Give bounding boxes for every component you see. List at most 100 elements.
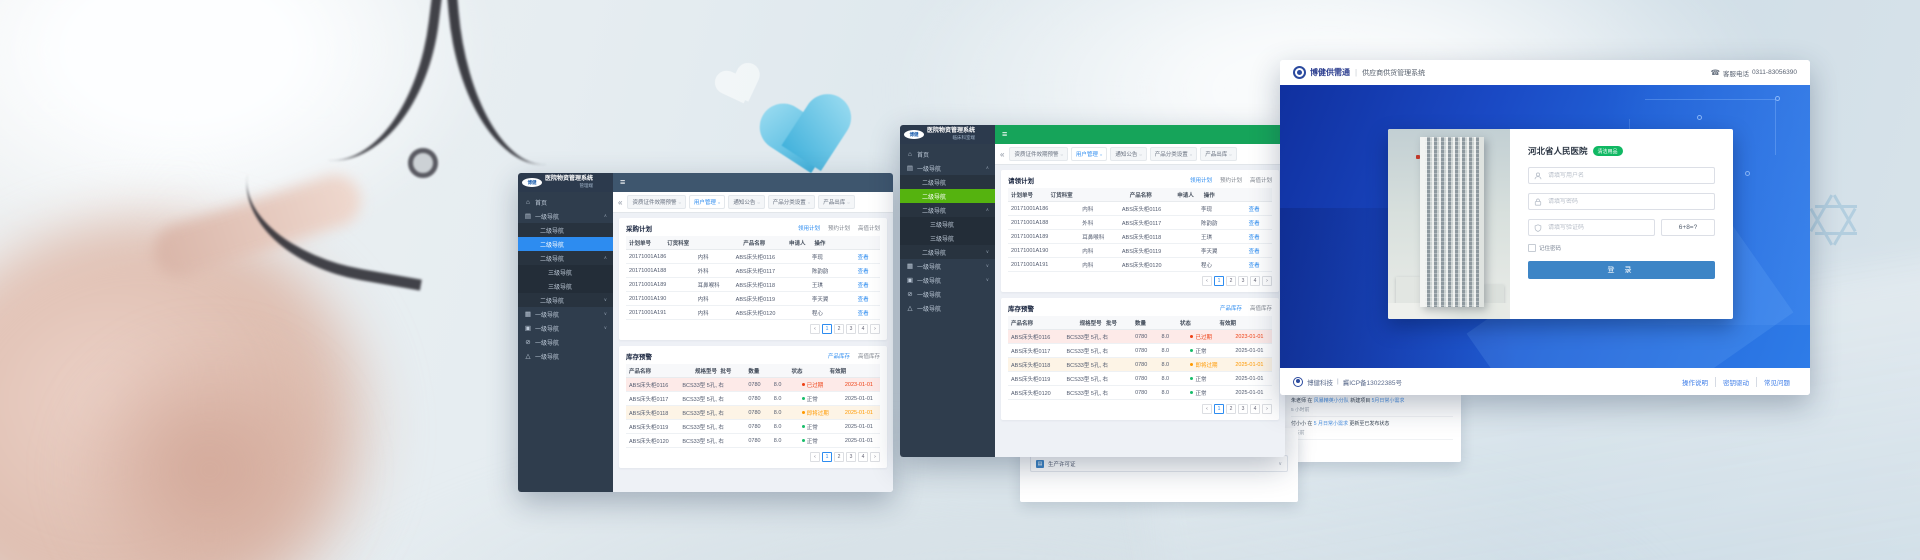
page-prev-icon[interactable]: ‹ [1202,276,1212,286]
sidebar-item-nav3[interactable]: 三级导航 [518,265,613,279]
page-number[interactable]: 3 [1238,404,1248,414]
sidebar-item-nav2[interactable]: 二级导航∨ [518,293,613,307]
tab[interactable]: 产品分类设置○ [768,195,815,209]
view-link[interactable]: 查看 [1246,217,1272,229]
sidebar-item-nav3[interactable]: 三级导航 [518,279,613,293]
view-link[interactable]: 查看 [1246,231,1272,243]
sidebar-item-nav1[interactable]: ▤一级导航∧ [900,161,995,175]
tab-dot-icon[interactable]: ○ [678,200,680,205]
page-number[interactable]: 1 [1214,276,1224,286]
view-link[interactable]: 查看 [1246,259,1272,271]
tab[interactable]: 用户管理○ [1071,147,1107,161]
username-input[interactable] [1546,172,1709,180]
page-number[interactable]: 2 [1226,404,1236,414]
table-row[interactable]: ABS床头柜0118 BCS33型 5孔, 右 0780 8.0 即将过期 20… [626,406,880,420]
plan-filter-link[interactable]: 领用计划 [798,224,820,232]
plan-filter-link[interactable]: 领用计划 [1190,176,1212,184]
sidebar-item-nav2[interactable]: 二级导航∨ [900,245,995,259]
collapse-tabs-icon[interactable]: « [618,198,622,207]
page-number[interactable]: 1 [1214,404,1224,414]
table-row[interactable]: ABS床头柜0117 BCS33型 5孔, 右 0780 8.0 正常 2025… [1008,344,1272,358]
sidebar-item-nav1[interactable]: ▤一级导航∧ [518,209,613,223]
plan-filter-link[interactable]: 高值计划 [858,224,880,232]
footer-link[interactable]: 密钥驱动 [1715,377,1756,387]
table-row[interactable]: ABS床头柜0116 BCS33型 5孔, 右 0780 8.0 已过期 202… [1008,330,1272,344]
view-link[interactable]: 查看 [1246,245,1272,257]
tab[interactable]: 产品出库○ [818,195,854,209]
view-link[interactable]: 查看 [855,279,880,291]
table-row[interactable]: 20171001A186 内科 ABS床头柜0116 李现 查看 [626,250,880,264]
sidebar-item-nav3[interactable]: 三级导航 [900,231,995,245]
inventory-filter-link[interactable]: 产品库存 [828,352,850,360]
sidebar-item-nav1[interactable]: ⊘一级导航 [518,335,613,349]
tab-dot-icon[interactable]: ○ [847,200,849,205]
view-link[interactable]: 查看 [855,293,880,305]
page-number[interactable]: 4 [858,324,868,334]
chevron-down-icon[interactable]: ∨ [1278,461,1282,467]
table-row[interactable]: 20171001A189 耳鼻喉科 ABS床头柜0118 王琪 查看 [626,278,880,292]
table-row[interactable]: 20171001A189 耳鼻喉科 ABS床头柜0118 王琪 查看 [1008,230,1272,244]
license-item[interactable]: ▤ 生产许可证 ∨ [1030,455,1288,472]
table-row[interactable]: ABS床头柜0116 BCS33型 5孔, 右 0780 8.0 已过期 202… [626,378,880,392]
inventory-filter-link[interactable]: 高值库存 [1250,304,1272,312]
sidebar-item-nav3[interactable]: 三级导航 [900,217,995,231]
table-row[interactable]: ABS床头柜0119 BCS33型 5孔, 右 0780 8.0 正常 2025… [626,420,880,434]
page-number[interactable]: 2 [834,324,844,334]
table-row[interactable]: ABS床头柜0117 BCS33型 5孔, 右 0780 8.0 正常 2025… [626,392,880,406]
menu-toggle-icon[interactable]: ≡ [620,178,625,187]
view-link[interactable]: 查看 [1246,203,1272,215]
tab[interactable]: 用户管理○ [689,195,725,209]
sidebar-item-nav1[interactable]: ▦一级导航∨ [518,307,613,321]
captcha-input[interactable] [1546,224,1649,232]
table-row[interactable]: ABS床头柜0118 BCS33型 5孔, 右 0780 8.0 即将过期 20… [1008,358,1272,372]
sidebar-item-nav2[interactable]: 二级导航∧ [518,251,613,265]
view-link[interactable]: 查看 [855,307,880,319]
collapse-tabs-icon[interactable]: « [1000,150,1004,159]
plan-filter-link[interactable]: 预约计划 [828,224,850,232]
view-link[interactable]: 查看 [855,265,880,277]
feed-project-link[interactable]: 5 月日常小需求 [1314,421,1348,427]
sidebar-item-nav2[interactable]: 二级导航∧ [900,203,995,217]
sidebar-item-nav1[interactable]: ▣一级导航∨ [518,321,613,335]
page-number[interactable]: 2 [1226,276,1236,286]
page-next-icon[interactable]: › [870,452,880,462]
page-prev-icon[interactable]: ‹ [810,452,820,462]
feed-target-link[interactable]: 5月日常小需求 [1372,398,1405,404]
sidebar-item-nav1[interactable]: △一级导航 [900,301,995,315]
plan-filter-link[interactable]: 高值计划 [1250,176,1272,184]
table-row[interactable]: ABS床头柜0120 BCS33型 5孔, 右 0780 8.0 正常 2025… [1008,386,1272,400]
table-row[interactable]: 20171001A190 内科 ABS床头柜0119 李天翼 查看 [1008,244,1272,258]
page-number[interactable]: 4 [858,452,868,462]
tab[interactable]: 资质证件效期预警○ [627,195,685,209]
feed-project-link[interactable]: 风暴精英小分队 [1314,398,1349,404]
captcha-question[interactable]: 6+8=? [1661,219,1715,236]
page-number[interactable]: 3 [846,324,856,334]
page-next-icon[interactable]: › [870,324,880,334]
table-row[interactable]: 20171001A188 外科 ABS床头柜0117 陈韵韵 查看 [1008,216,1272,230]
tab-dot-icon[interactable]: ○ [757,200,759,205]
tab[interactable]: 产品出库○ [1200,147,1236,161]
feed-item[interactable]: 朱老师 在 风暴精英小分队 新建项目 5月日常小需求 5 小时前 [1291,394,1453,417]
table-row[interactable]: 20171001A186 内科 ABS床头柜0116 李现 查看 [1008,202,1272,216]
tab-dot-icon[interactable]: ○ [808,200,810,205]
page-prev-icon[interactable]: ‹ [810,324,820,334]
sidebar-item-home[interactable]: ⌂首页 [518,195,613,209]
menu-toggle-icon[interactable]: ≡ [1002,130,1007,139]
footer-link[interactable]: 常见问题 [1756,377,1797,387]
username-field[interactable] [1528,167,1715,184]
tab[interactable]: 通知公告○ [1110,147,1146,161]
password-input[interactable] [1546,198,1709,206]
page-prev-icon[interactable]: ‹ [1202,404,1212,414]
page-number[interactable]: 3 [846,452,856,462]
tab-dot-icon[interactable]: ○ [1100,152,1102,157]
page-number[interactable]: 4 [1250,276,1260,286]
tab[interactable]: 产品分类设置○ [1150,147,1197,161]
table-row[interactable]: ABS床头柜0119 BCS33型 5孔, 右 0780 8.0 正常 2025… [1008,372,1272,386]
captcha-field[interactable] [1528,219,1655,236]
sidebar-item-nav1[interactable]: △一级导航 [518,349,613,363]
tab-dot-icon[interactable]: ○ [1229,152,1231,157]
sidebar-item-nav1[interactable]: ▦一级导航∨ [900,259,995,273]
tab-dot-icon[interactable]: ○ [1190,152,1192,157]
view-link[interactable]: 查看 [855,251,880,263]
sidebar-item-nav2-selected[interactable]: 二级导航 [518,237,613,251]
